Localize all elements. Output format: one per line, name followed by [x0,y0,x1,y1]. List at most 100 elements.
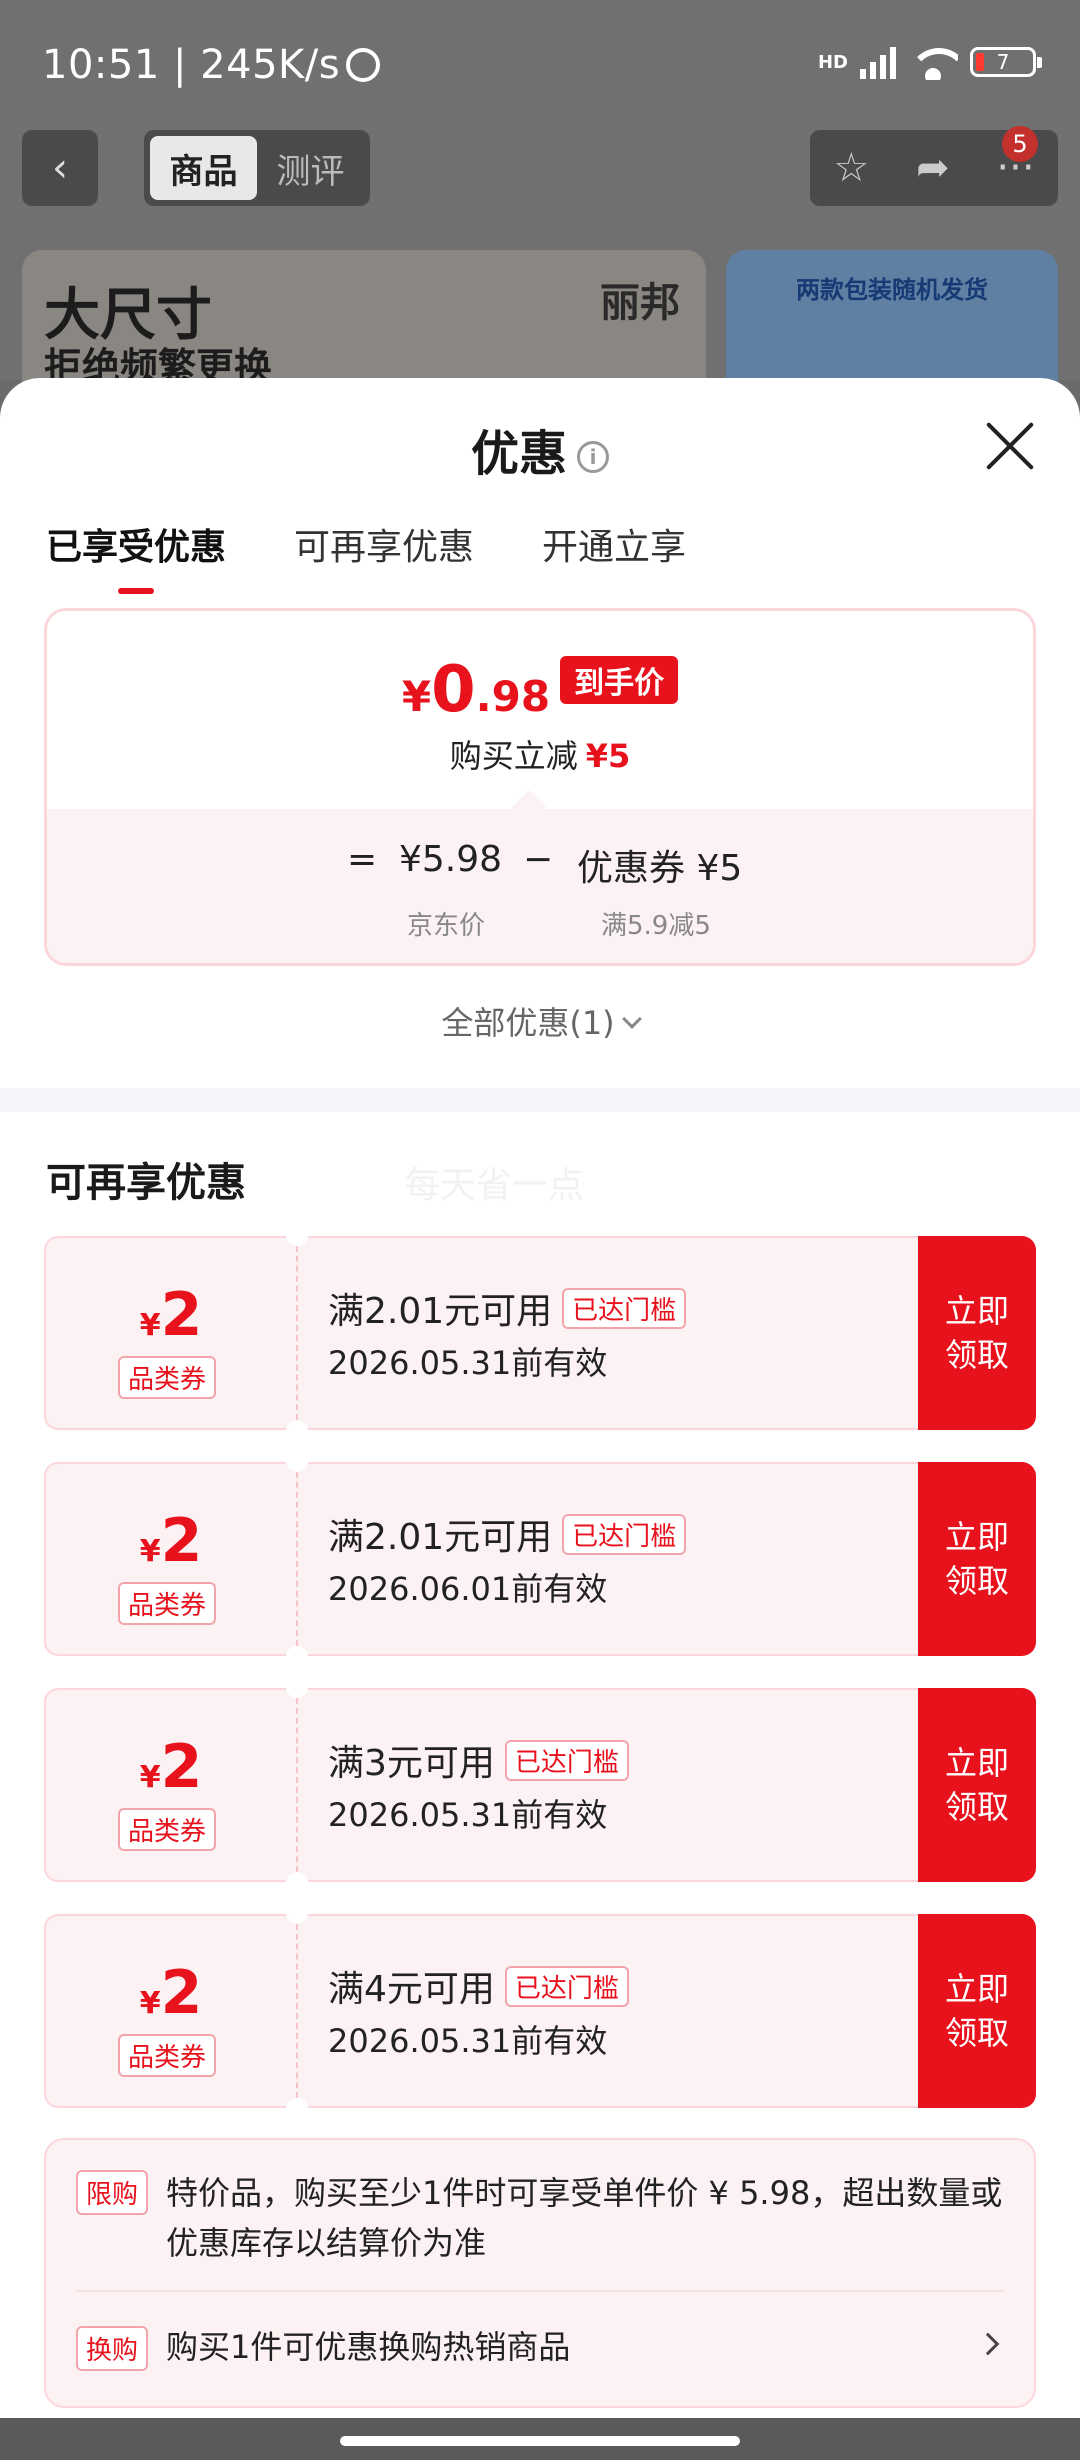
claim-button[interactable]: 立即 领取 [918,1688,1036,1882]
coupon-notch [286,1676,308,1698]
coupon-notch [286,1420,308,1442]
coupon-details: 满2.01元可用 已达门槛 2026.06.01前有效 [296,1462,918,1656]
sheet-title-text: 优惠 [470,426,567,482]
coupon-validity: 2026.05.31前有效 [328,1344,608,1382]
claim-button[interactable]: 立即 领取 [918,1462,1036,1656]
nav-actions: ☆ ➦ ··· 5 [810,126,1058,206]
wifi-icon [908,44,958,80]
base-price: ¥5.98 [399,839,503,880]
all-offers-label: 全部优惠(1) [441,1004,615,1042]
coupon-currency: ¥ [139,1760,161,1795]
tab-product[interactable]: 商品 [150,136,257,200]
coupon-amount: ¥2 [46,1506,296,1576]
time-text: 10:51 | 245K/s [42,42,341,88]
instant-cut: 购买立减 ¥5 [47,731,1033,777]
coupon-value: 2 [160,1280,203,1350]
tab-review[interactable]: 测评 [257,136,364,200]
claim-button[interactable]: 立即 领取 [918,1914,1036,2108]
base-price-label: 京东价 [407,911,486,941]
status-bar: 10:51 | 245K/s HD 7 [0,0,1080,120]
price-breakdown: = ¥5.98 − 优惠券 ¥5 京东价 满5.9减5 [47,809,1033,963]
discount-tabs: 已享受优惠 可再享优惠 开通立享 [46,518,686,594]
threshold-badge: 已达门槛 [562,1514,687,1555]
coupon-value: 优惠券 ¥5 [577,848,743,889]
currency-symbol: ¥ [401,672,432,721]
tab-enjoyed[interactable]: 已享受优惠 [46,518,226,594]
coupon-details: 满3元可用 已达门槛 2026.05.31前有效 [296,1688,918,1882]
discount-sheet: 优惠 i 已享受优惠 可再享优惠 开通立享 ¥0.98 到手价 购买立减 ¥5 = ¥… [0,378,1080,2460]
claim-label: 立即 领取 [944,1518,1009,1600]
price-integer: 0 [431,653,476,727]
coupon-type: 品类券 [118,1808,217,1851]
coupon-card: ¥2 品类券 满3元可用 已达门槛 2026.05.31前有效 立即 领取 [44,1676,1036,1894]
swap-text: 购买1件可优惠换购热销商品 [166,2328,571,2366]
limit-text: 特价品，购买至少1件时可享受单件价 ¥ 5.98，超出数量或优惠库存以结算价为准 [166,2174,1003,2262]
share-icon[interactable]: ➦ [916,145,950,191]
coupon-condition-text: 满2.01元可用 [328,1291,553,1332]
coupon-condition: 满4元可用 已达门槛 [328,1960,629,2012]
coupon-value: 2 [160,1732,203,1802]
minus-sign: − [523,839,554,880]
coupon-notch [286,1224,308,1246]
alarm-icon [346,48,381,82]
coupon-details: 满4元可用 已达门槛 2026.05.31前有效 [296,1914,918,2108]
chevron-down-icon [621,1009,642,1029]
coupon-amount-panel: ¥2 品类券 [44,1462,296,1656]
coupon-amount: ¥2 [46,1280,296,1350]
claim-label: 立即 领取 [944,1744,1009,1826]
price-decimal: .98 [475,672,551,721]
product-nav: ‹ 商品 测评 ☆ ➦ ··· 5 [0,126,1080,210]
tab-activate[interactable]: 开通立享 [542,518,686,594]
coupon-currency: ¥ [139,1534,161,1569]
instant-cut-value: ¥5 [585,737,631,775]
claim-button[interactable]: 立即 领取 [918,1236,1036,1430]
coupon-currency: ¥ [139,1308,161,1343]
section-title: 可再享优惠 [46,1160,246,1206]
coupon-value: 2 [160,1958,203,2028]
coupon-validity: 2026.05.31前有效 [328,1796,608,1834]
coupon-amount-panel: ¥2 品类券 [44,1236,296,1430]
coupon-details: 满2.01元可用 已达门槛 2026.05.31前有效 [296,1236,918,1430]
product-tabs: 商品 测评 [144,130,370,206]
all-offers-toggle[interactable]: 全部优惠(1) [0,998,1080,1044]
coupon-type: 品类券 [118,2034,217,2077]
purchase-rules: 限购 特价品，购买至少1件时可享受单件价 ¥ 5.98，超出数量或优惠库存以结算… [44,2138,1036,2408]
star-icon[interactable]: ☆ [833,145,869,191]
coupon-value: 2 [160,1506,203,1576]
threshold-badge: 已达门槛 [562,1288,687,1329]
home-indicator[interactable] [340,2436,740,2446]
status-time: 10:51 | 245K/s [42,42,381,88]
tab-more-available[interactable]: 可再享优惠 [294,518,474,594]
final-price: ¥0.98 到手价 [47,653,1033,727]
coupon-rule-label: 满5.9减5 [601,911,711,941]
coupon-type: 品类券 [118,1582,217,1625]
close-icon[interactable] [984,420,1036,472]
coupon-notch [286,1872,308,1894]
coupon-amount-panel: ¥2 品类券 [44,1688,296,1882]
coupon-condition: 满2.01元可用 已达门槛 [328,1508,687,1560]
equals-sign: = [347,839,378,880]
swap-tag: 换购 [76,2326,149,2371]
coupon-card: ¥2 品类券 满4元可用 已达门槛 2026.05.31前有效 立即 领取 [44,1902,1036,2120]
coupon-condition-text: 满3元可用 [328,1743,495,1784]
watermark: 每天省一点 [404,1165,585,1206]
coupon-condition-text: 满2.01元可用 [328,1517,553,1558]
claim-label: 立即 领取 [944,1292,1009,1374]
coupon-notch [286,1646,308,1668]
coupon-validity: 2026.06.01前有效 [328,1570,608,1608]
chevron-right-icon [976,2332,1000,2356]
threshold-badge: 已达门槛 [504,1966,629,2007]
rules-divider [76,2290,1004,2292]
notification-badge: 5 [1002,126,1038,162]
final-price-tag: 到手价 [560,656,679,704]
info-icon[interactable]: i [577,441,609,473]
status-icons: HD 7 [817,44,1042,80]
hd-label: HD [817,51,848,73]
coupon-notch [286,2098,308,2120]
coupon-notch [286,1902,308,1924]
back-button[interactable]: ‹ [22,130,98,206]
coupon-condition: 满3元可用 已达门槛 [328,1734,629,1786]
claim-label: 立即 领取 [944,1970,1009,2052]
signal-icon [860,45,896,79]
battery-level: 7 [996,50,1010,74]
